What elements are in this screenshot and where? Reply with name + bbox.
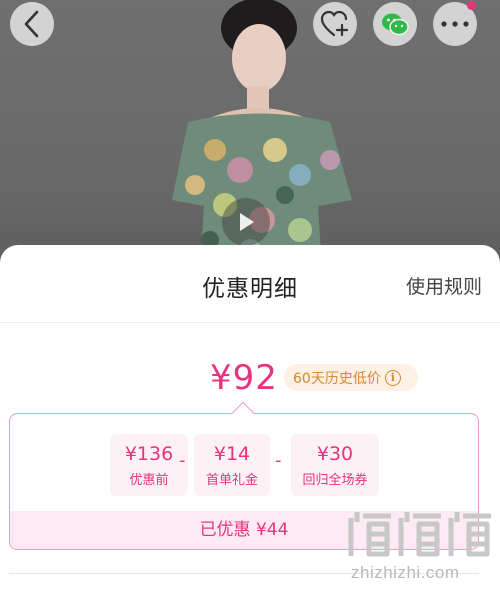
info-icon: i — [384, 369, 401, 386]
wechat-icon — [382, 13, 409, 36]
chip-label: 优惠前 — [129, 473, 169, 488]
final-price: ¥92 — [210, 358, 278, 398]
chip-value: ¥136 — [124, 443, 174, 465]
history-low-price-label: 60天历史低价 — [293, 370, 381, 387]
heart-plus-icon — [320, 10, 349, 37]
back-button[interactable] — [10, 2, 54, 46]
minus-sign: - — [179, 450, 186, 471]
original-price-chip: ¥136 优惠前 — [110, 434, 188, 496]
watermark-text: zhizhizhi.com — [351, 563, 460, 582]
usage-rules-link[interactable]: 使用规则 — [406, 272, 482, 299]
first-order-gift-chip: ¥14 首单礼金 — [194, 434, 270, 496]
minus-sign: - — [275, 450, 282, 471]
chevron-left-icon — [24, 10, 39, 38]
watermark-logo — [348, 512, 491, 557]
return-coupon-chip: ¥30 回归全场券 — [291, 434, 379, 496]
video-play-button[interactable] — [222, 198, 270, 246]
chip-label: 回归全场券 — [302, 473, 368, 488]
chip-value: ¥14 — [213, 443, 251, 465]
play-icon — [240, 213, 254, 231]
notification-dot — [467, 1, 476, 10]
sheet-header: 优惠明细 使用规则 — [0, 245, 500, 323]
product-image — [0, 0, 500, 270]
wechat-share-button[interactable] — [373, 2, 417, 46]
more-dots-icon — [441, 21, 469, 27]
chip-label: 首单礼金 — [205, 473, 258, 488]
favorite-button[interactable] — [313, 2, 357, 46]
chip-value: ¥30 — [316, 443, 354, 465]
history-low-price-tag[interactable]: 60天历史低价 i — [284, 364, 418, 391]
